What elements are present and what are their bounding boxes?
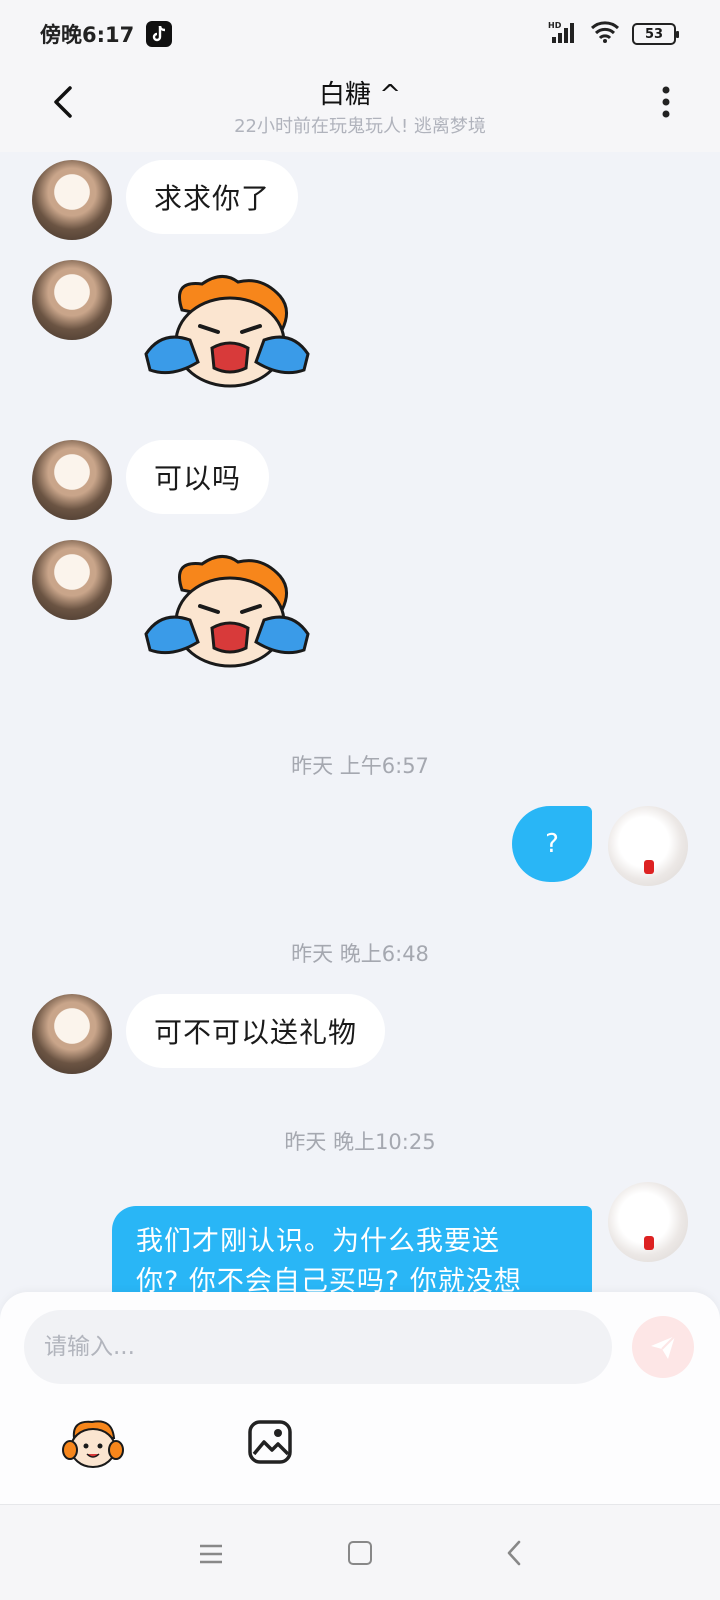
message-bubble-outgoing[interactable]: 我们才刚认识。为什么我要送 你? 你不会自己买吗? 你就没想 [112,1206,592,1292]
image-icon [248,1420,292,1464]
crying-mascot-sticker[interactable] [142,550,312,680]
crying-mascot-sticker[interactable] [142,270,312,400]
contact-name[interactable]: 白糖 ^ [0,74,720,111]
image-button[interactable] [246,1418,294,1466]
composer-panel [0,1292,720,1504]
menu-icon [200,1544,222,1564]
message-line: 我们才刚认识。为什么我要送 [136,1226,500,1257]
chat-header: 白糖 ^ 22小时前在玩鬼玩人! 逃离梦境 [0,68,720,152]
status-time: 傍晚6:17 [40,23,135,47]
home-button[interactable] [348,1541,372,1565]
system-nav-bar [0,1504,720,1600]
message-line: 你? 你不会自己买吗? 你就没想 [136,1266,522,1292]
message-input[interactable] [24,1310,612,1384]
wifi-icon [590,20,620,48]
message-bubble-outgoing[interactable]: ? [512,806,592,882]
contact-avatar[interactable] [32,440,112,520]
system-back-button[interactable] [504,1539,524,1567]
contact-avatar[interactable] [32,160,112,240]
message-bubble-incoming[interactable]: 可以吗 [126,440,270,514]
message-bubble-incoming[interactable]: 可不可以送礼物 [126,994,386,1068]
message-timestamp: 昨天 上午6:57 [291,754,429,778]
message-list[interactable]: 求求你了 可以吗 昨天 上午6:57 ? 昨天 晚上6:48 可不可以送礼物 昨… [0,152,720,1292]
contact-avatar[interactable] [32,260,112,340]
network-label: HD [548,21,562,30]
message-timestamp: 昨天 晚上6:48 [291,942,429,966]
contact-status: 22小时前在玩鬼玩人! 逃离梦境 [234,116,486,137]
send-button[interactable] [632,1316,694,1378]
self-avatar[interactable] [608,1182,688,1262]
message-timestamp: 昨天 晚上10:25 [284,1130,436,1154]
signal-icon: HD [548,20,578,48]
battery-icon: 53 [632,23,679,45]
contact-avatar[interactable] [32,994,112,1074]
send-icon [651,1335,676,1359]
message-bubble-incoming[interactable]: 求求你了 [126,160,299,234]
recent-apps-button[interactable] [198,1543,224,1565]
sticker-button[interactable] [62,1416,124,1472]
chevron-left-icon [507,1540,521,1566]
more-options-button[interactable] [656,84,676,124]
status-bar: 傍晚6:17 HD 53 [0,0,720,68]
contact-avatar[interactable] [32,540,112,620]
mascot-emoji-icon [62,1420,124,1468]
more-vertical-icon [662,86,670,118]
self-avatar[interactable] [608,806,688,886]
tiktok-icon [146,21,173,47]
